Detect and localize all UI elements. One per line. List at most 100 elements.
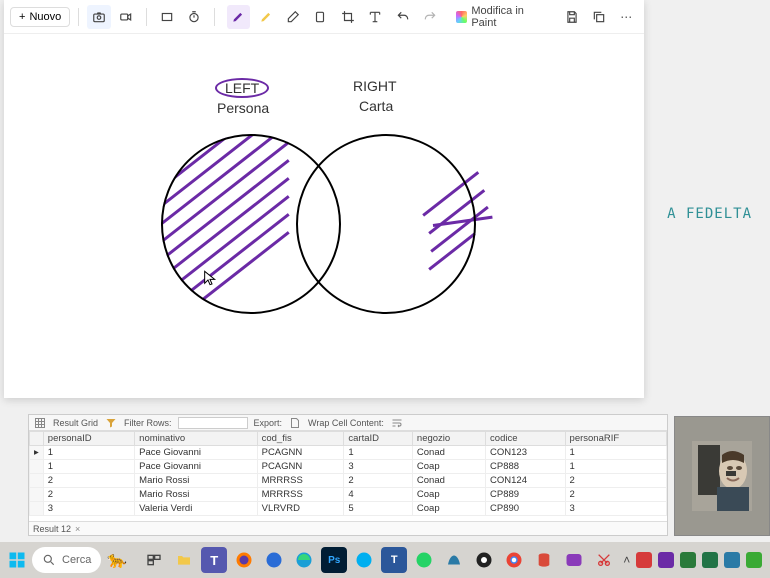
cell[interactable]: Conad: [412, 474, 485, 488]
cell[interactable]: CP888: [486, 460, 566, 474]
cell[interactable]: PCAGNN: [257, 460, 344, 474]
redo-icon[interactable]: [418, 5, 441, 29]
more-icon[interactable]: ⋯: [615, 5, 638, 29]
tray-excel-icon[interactable]: [702, 552, 718, 568]
cell[interactable]: 2: [43, 488, 134, 502]
obs-icon[interactable]: [471, 547, 497, 573]
taskbar-search[interactable]: Cerca: [32, 547, 101, 573]
copy-icon[interactable]: [587, 5, 610, 29]
tray-app-3[interactable]: [680, 552, 696, 568]
cell[interactable]: 4: [344, 488, 413, 502]
discord-icon[interactable]: [561, 547, 587, 573]
tray-chevron-icon[interactable]: ˄: [623, 553, 630, 567]
whatsapp-icon[interactable]: [411, 547, 437, 573]
edge-icon[interactable]: [291, 547, 317, 573]
mysql-workbench-icon[interactable]: [441, 547, 467, 573]
col-header[interactable]: personaRIF: [565, 432, 666, 446]
col-header[interactable]: cod_fis: [257, 432, 344, 446]
start-button[interactable]: [8, 548, 26, 572]
database-icon[interactable]: [531, 547, 557, 573]
cell[interactable]: 1: [43, 460, 134, 474]
col-header[interactable]: nominativo: [135, 432, 257, 446]
cell[interactable]: 2: [565, 474, 666, 488]
cell[interactable]: CON124: [486, 474, 566, 488]
pen-tool-icon[interactable]: [227, 5, 250, 29]
eraser-icon[interactable]: [281, 5, 304, 29]
timer-icon[interactable]: [182, 5, 205, 29]
col-header[interactable]: cartaID: [344, 432, 413, 446]
thunderbird-icon[interactable]: [261, 547, 287, 573]
cell[interactable]: 2: [344, 474, 413, 488]
result-tab[interactable]: Result 12: [33, 524, 71, 534]
cell[interactable]: 1: [565, 460, 666, 474]
export-icon[interactable]: [288, 416, 302, 430]
edit-in-paint-button[interactable]: Modifica in Paint: [450, 2, 556, 32]
row-header[interactable]: [30, 474, 44, 488]
cell[interactable]: Conad: [412, 446, 485, 460]
wrap-icon[interactable]: [390, 416, 404, 430]
tray-camtasia-icon[interactable]: [746, 552, 762, 568]
cell[interactable]: 1: [43, 446, 134, 460]
close-tab-icon[interactable]: ×: [75, 524, 80, 534]
explorer-icon[interactable]: [171, 547, 197, 573]
cell[interactable]: MRRRSS: [257, 488, 344, 502]
table-row[interactable]: 2Mario RossiMRRRSS2ConadCON1242: [30, 474, 667, 488]
tray-app-2[interactable]: [658, 552, 674, 568]
row-header[interactable]: [30, 460, 44, 474]
table-row[interactable]: 2Mario RossiMRRRSS4CoapCP8892: [30, 488, 667, 502]
cell[interactable]: Coap: [412, 502, 485, 516]
cell[interactable]: VLRVRD: [257, 502, 344, 516]
tray-app-5[interactable]: [724, 552, 740, 568]
cell[interactable]: Pace Giovanni: [135, 460, 257, 474]
table-row[interactable]: 3Valeria VerdiVLRVRD5CoapCP8903: [30, 502, 667, 516]
row-header[interactable]: [30, 488, 44, 502]
filter-rows-input[interactable]: [178, 417, 248, 429]
col-header[interactable]: negozio: [412, 432, 485, 446]
cell[interactable]: Valeria Verdi: [135, 502, 257, 516]
cell[interactable]: CP889: [486, 488, 566, 502]
col-header[interactable]: personaID: [43, 432, 134, 446]
table-row[interactable]: ▸1Pace GiovanniPCAGNN1ConadCON1231: [30, 446, 667, 460]
cell[interactable]: Coap: [412, 488, 485, 502]
cell[interactable]: Mario Rossi: [135, 474, 257, 488]
chrome-icon[interactable]: [501, 547, 527, 573]
cell[interactable]: CP890: [486, 502, 566, 516]
camera-icon[interactable]: [87, 5, 110, 29]
cell[interactable]: 2: [43, 474, 134, 488]
cell[interactable]: Pace Giovanni: [135, 446, 257, 460]
teams-icon[interactable]: T: [201, 547, 227, 573]
skype-icon[interactable]: [351, 547, 377, 573]
save-icon[interactable]: [560, 5, 583, 29]
row-header[interactable]: ▸: [30, 446, 44, 460]
photoshop-icon[interactable]: Ps: [321, 547, 347, 573]
col-header[interactable]: codice: [486, 432, 566, 446]
cell[interactable]: 3: [344, 460, 413, 474]
cell[interactable]: 3: [565, 502, 666, 516]
highlighter-icon[interactable]: [254, 5, 277, 29]
cell[interactable]: 1: [565, 446, 666, 460]
video-icon[interactable]: [115, 5, 138, 29]
rectangle-mode-icon[interactable]: [155, 5, 178, 29]
cell[interactable]: Mario Rossi: [135, 488, 257, 502]
cell[interactable]: 1: [344, 446, 413, 460]
tray-app-1[interactable]: [636, 552, 652, 568]
task-view-icon[interactable]: [141, 547, 167, 573]
text-extract-icon[interactable]: [364, 5, 387, 29]
undo-icon[interactable]: [391, 5, 414, 29]
cell[interactable]: PCAGNN: [257, 446, 344, 460]
new-snip-button[interactable]: + Nuovo: [10, 7, 70, 27]
row-header[interactable]: [30, 502, 44, 516]
firefox-icon[interactable]: [231, 547, 257, 573]
cell[interactable]: 2: [565, 488, 666, 502]
table-row[interactable]: 1Pace GiovanniPCAGNN3CoapCP8881: [30, 460, 667, 474]
cell[interactable]: 5: [344, 502, 413, 516]
cell[interactable]: MRRRSS: [257, 474, 344, 488]
word-icon[interactable]: T: [381, 547, 407, 573]
result-table[interactable]: personaIDnominativocod_fiscartaIDnegozio…: [29, 431, 667, 516]
cell[interactable]: CON123: [486, 446, 566, 460]
cell[interactable]: Coap: [412, 460, 485, 474]
shapes-icon[interactable]: [309, 5, 332, 29]
cell[interactable]: 3: [43, 502, 134, 516]
crop-icon[interactable]: [336, 5, 359, 29]
snipping-tool-icon[interactable]: [591, 547, 617, 573]
